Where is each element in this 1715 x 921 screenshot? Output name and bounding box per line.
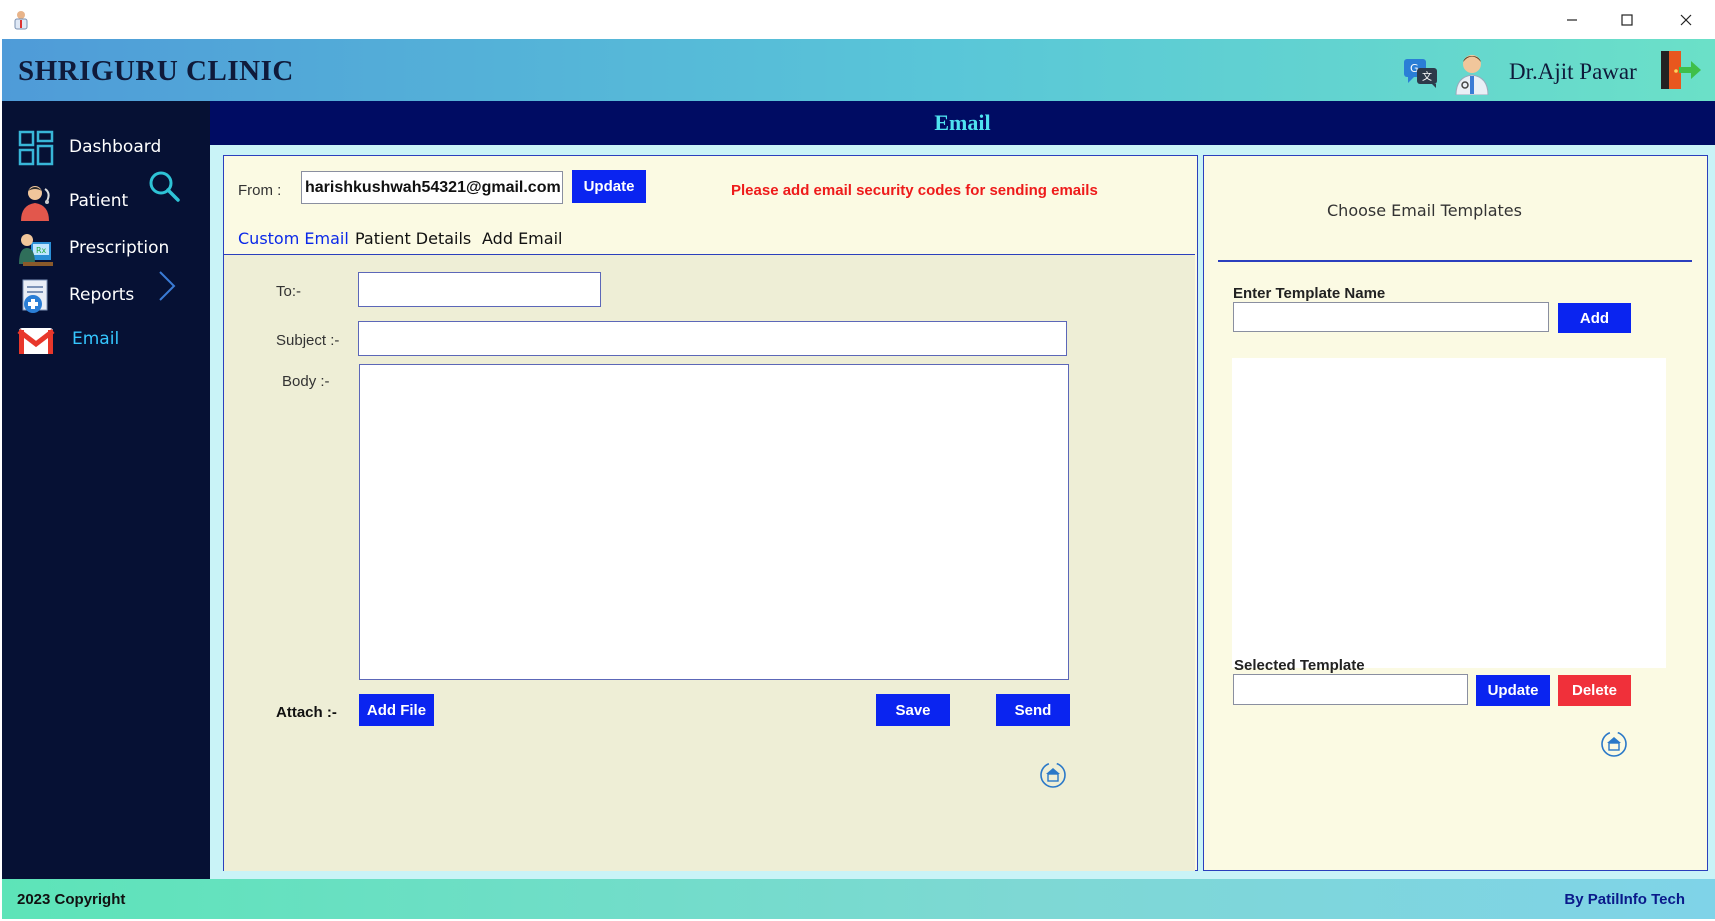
attach-label: Attach :-: [276, 704, 337, 721]
security-warning: Please add email security codes for send…: [731, 182, 1098, 199]
svg-text:文: 文: [1422, 70, 1432, 83]
delete-template-button[interactable]: Delete: [1558, 675, 1631, 706]
subject-input[interactable]: [358, 321, 1067, 356]
app-header: SHRIGURU CLINIC G 文 Dr.Ajit Pawar: [2, 39, 1715, 101]
page-header: Email: [210, 101, 1715, 145]
copyright-text: 2023 Copyright: [17, 891, 126, 908]
save-button[interactable]: Save: [876, 694, 950, 726]
maximize-button[interactable]: [1607, 6, 1647, 34]
subject-label: Subject :-: [276, 332, 340, 349]
send-button[interactable]: Send: [996, 694, 1070, 726]
close-icon: [1680, 14, 1692, 26]
selected-template-input[interactable]: [1233, 674, 1468, 705]
gmail-icon: [17, 328, 55, 354]
doctor-avatar-icon: [1455, 55, 1489, 95]
body-label: Body :-: [282, 373, 330, 390]
translate-icon[interactable]: G 文: [1402, 57, 1440, 89]
page-title: Email: [934, 110, 991, 135]
tab-custom-email[interactable]: Custom Email: [238, 229, 349, 248]
email-compose-panel: From : harishkushwah54321@gmail.com Upda…: [223, 155, 1198, 871]
sidebar-item-label: Reports: [69, 285, 135, 305]
home-icon[interactable]: [1600, 730, 1628, 758]
svg-text:Rx: Rx: [36, 246, 47, 255]
template-name-label: Enter Template Name: [1233, 285, 1386, 302]
close-window-button[interactable]: [1666, 6, 1706, 34]
add-template-button[interactable]: Add: [1558, 303, 1631, 333]
main-content: Email From : harishkushwah54321@gmail.co…: [210, 101, 1715, 879]
app-doctor-icon: [14, 11, 28, 30]
to-input[interactable]: [358, 272, 601, 307]
doctor-name: Dr.Ajit Pawar: [1509, 59, 1637, 84]
search-icon[interactable]: [147, 169, 181, 203]
templates-title: Choose Email Templates: [1327, 201, 1522, 220]
templates-divider: [1218, 260, 1692, 262]
clinic-title: SHRIGURU CLINIC: [18, 55, 294, 87]
template-name-input[interactable]: [1233, 302, 1549, 332]
custom-email-form: To:- Subject :- Body :- Attach :- Add Fi…: [224, 254, 1195, 871]
from-label: From :: [238, 182, 282, 199]
maximize-icon: [1621, 14, 1633, 26]
sidebar-item-label: Email: [72, 329, 120, 349]
patient-icon: [21, 186, 50, 221]
credit-text: By PatilInfo Tech: [1564, 891, 1685, 908]
sidebar: Dashboard Patient Rx Prescription Report…: [2, 101, 210, 879]
sidebar-item-prescription[interactable]: Rx Prescription: [2, 226, 210, 272]
sidebar-item-label: Prescription: [69, 238, 170, 258]
logout-icon[interactable]: [1657, 49, 1703, 93]
minimize-button[interactable]: [1552, 6, 1592, 34]
add-file-button[interactable]: Add File: [359, 694, 434, 726]
minimize-icon: [1567, 19, 1577, 21]
sidebar-item-label: Dashboard: [69, 137, 162, 157]
email-templates-panel: Choose Email Templates Enter Template Na…: [1203, 155, 1708, 871]
prescription-icon: Rx: [19, 234, 53, 266]
templates-list[interactable]: [1232, 358, 1666, 668]
update-from-button[interactable]: Update: [572, 170, 646, 203]
sidebar-item-dashboard[interactable]: Dashboard: [2, 125, 210, 171]
reports-icon: [22, 279, 48, 313]
app-window: SHRIGURU CLINIC G 文 Dr.Ajit Pawar Dashbo…: [0, 0, 1715, 921]
sidebar-item-email[interactable]: Email: [2, 317, 210, 363]
selected-template-label: Selected Template: [1234, 657, 1365, 674]
from-email-field[interactable]: harishkushwah54321@gmail.com: [301, 171, 563, 204]
tab-patient-details[interactable]: Patient Details: [355, 229, 471, 248]
tab-add-email[interactable]: Add Email: [482, 229, 562, 248]
home-icon[interactable]: [1039, 761, 1067, 789]
chevron-right-icon[interactable]: [154, 269, 180, 303]
body-textarea[interactable]: [359, 364, 1069, 680]
window-titlebar: [0, 0, 1715, 39]
app-footer: 2023 Copyright By PatilInfo Tech: [2, 879, 1715, 919]
sidebar-item-label: Patient: [69, 191, 129, 211]
update-template-button[interactable]: Update: [1476, 675, 1550, 706]
to-label: To:-: [276, 283, 302, 300]
dashboard-icon: [18, 130, 54, 166]
